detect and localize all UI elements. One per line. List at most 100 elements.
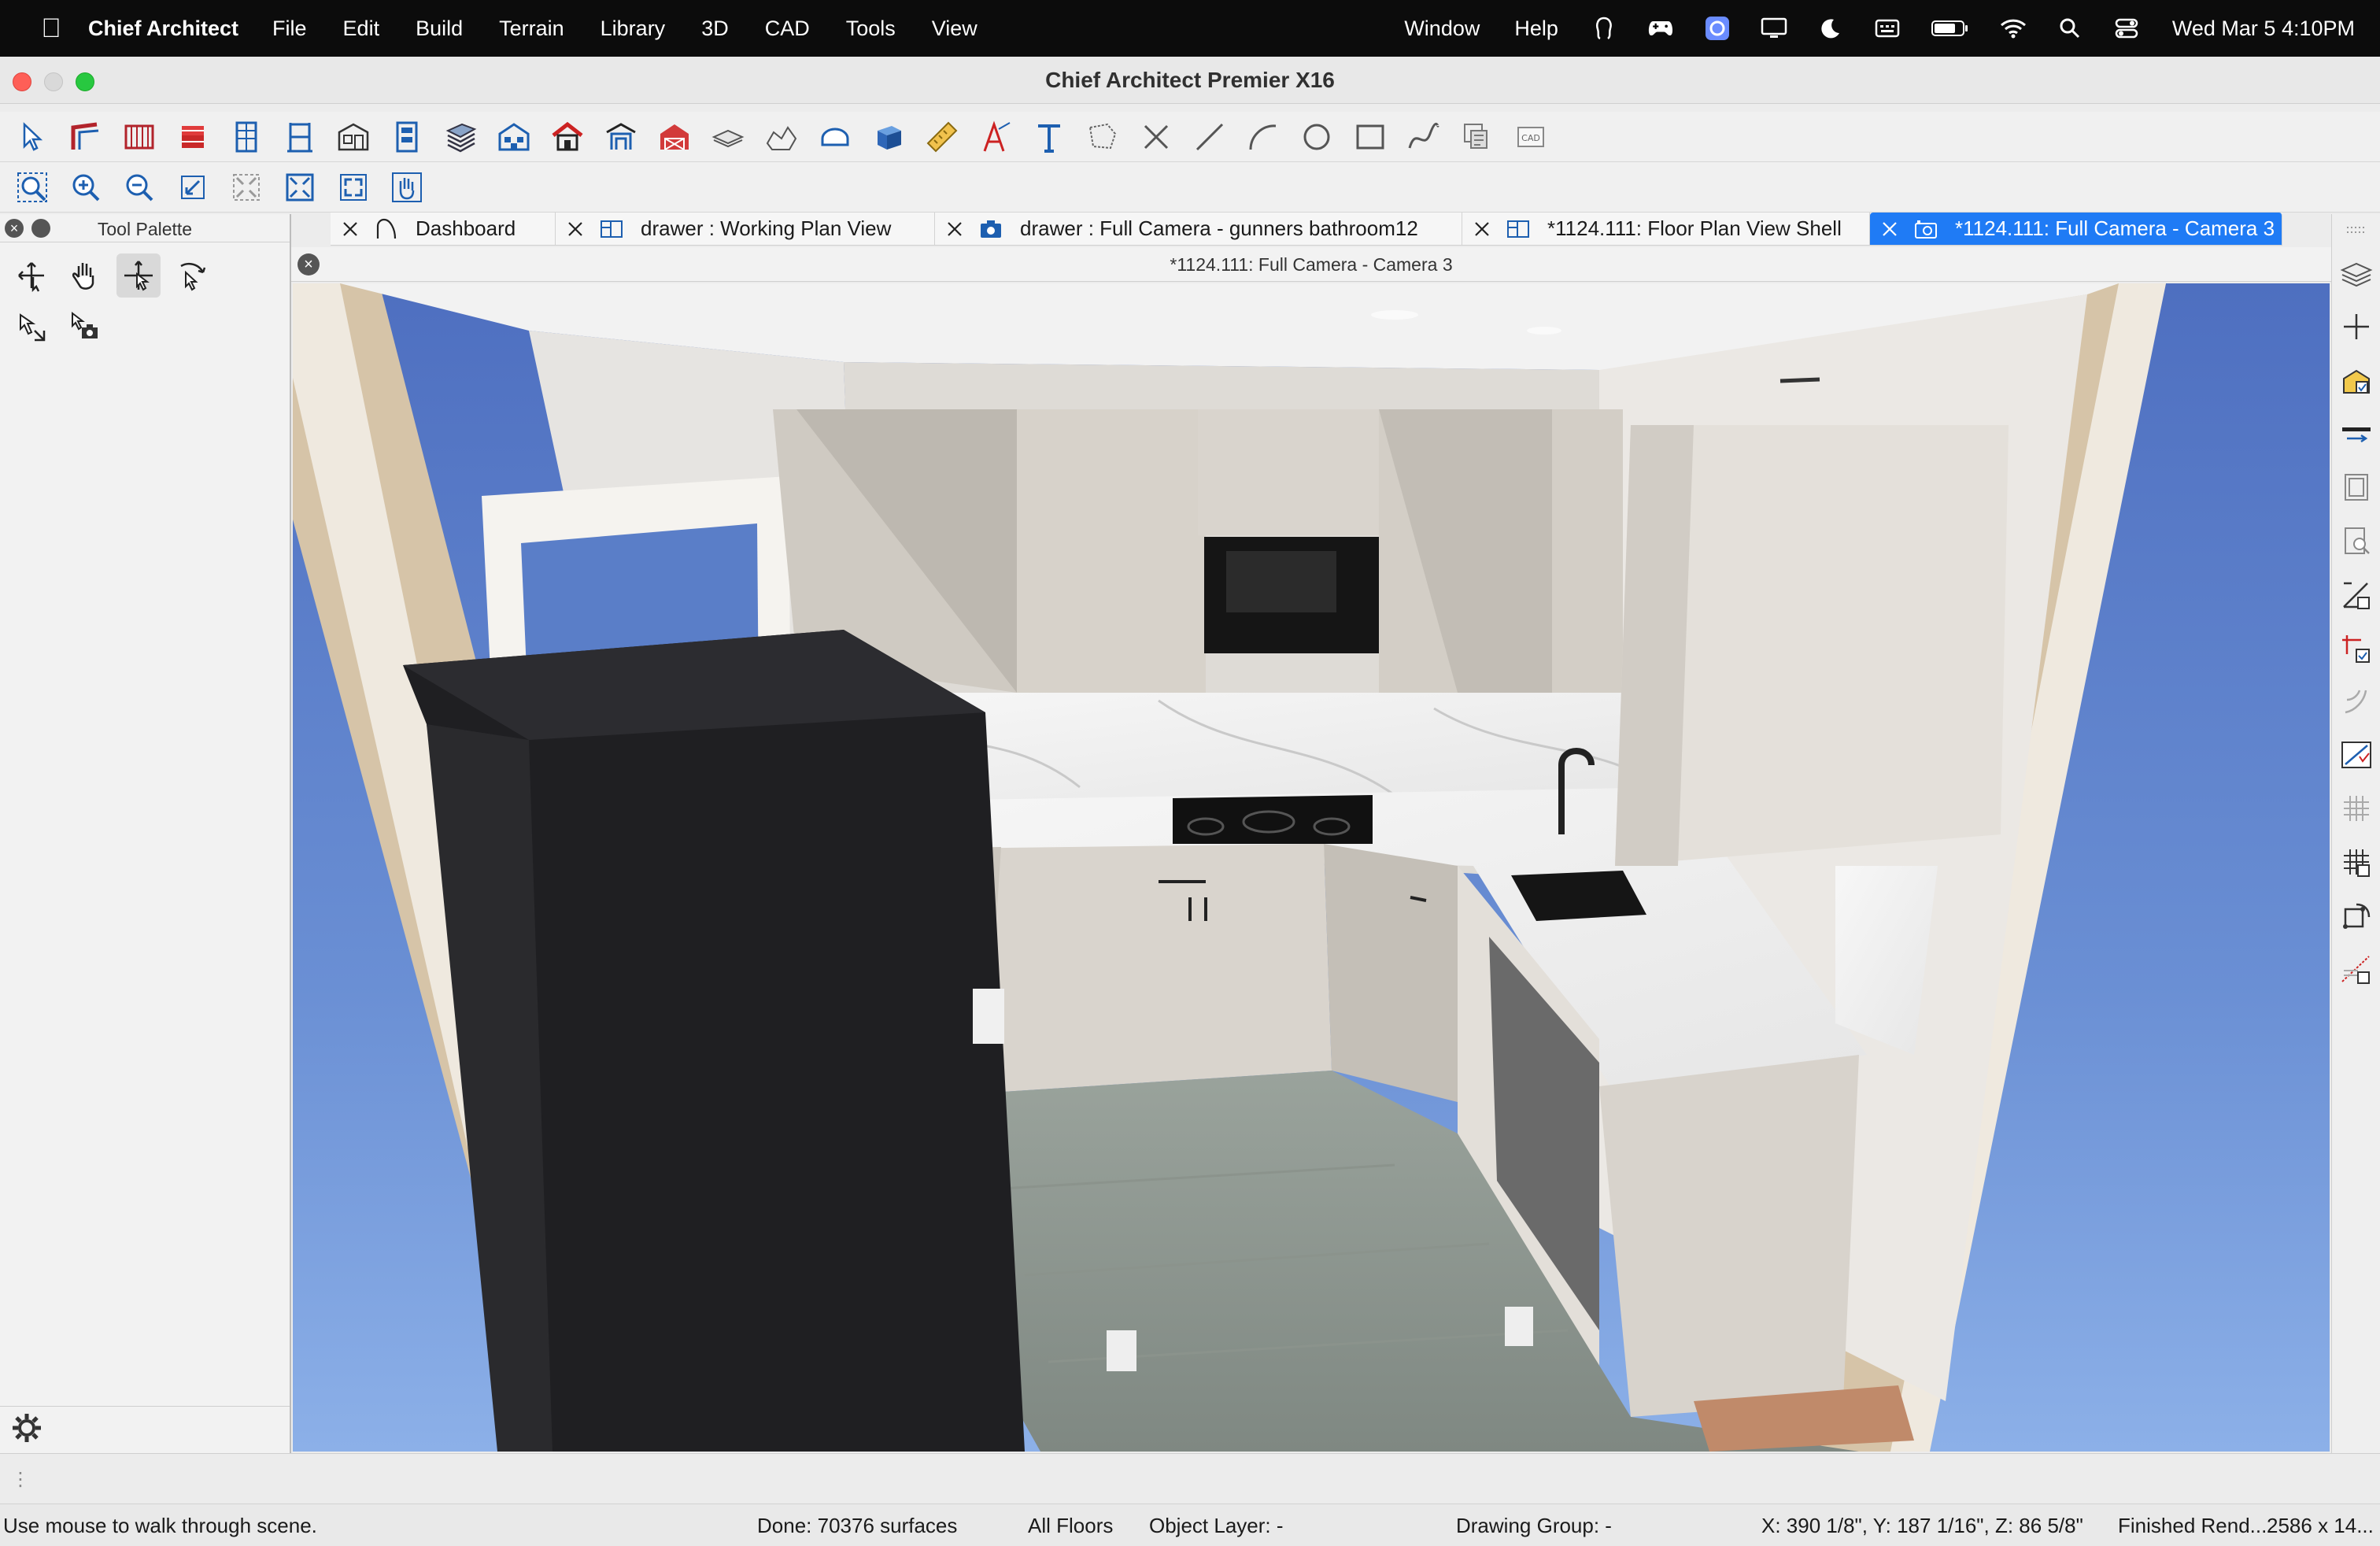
walkthrough-icon[interactable] xyxy=(9,253,54,298)
close-tab-icon[interactable] xyxy=(567,220,584,238)
door-icon[interactable] xyxy=(279,116,321,158)
grid-check-icon[interactable] xyxy=(2337,842,2376,882)
break-edit-icon[interactable] xyxy=(2337,735,2376,775)
terrain-icon[interactable] xyxy=(760,116,803,158)
menu-help[interactable]: Help xyxy=(1514,17,1558,41)
fullscreen-icon[interactable] xyxy=(332,166,375,209)
zoom-icon[interactable] xyxy=(11,166,54,209)
arc-icon[interactable] xyxy=(1242,116,1284,158)
app-badge-icon[interactable] xyxy=(1704,17,1731,40)
house-icon[interactable] xyxy=(546,116,589,158)
arrow-camera-icon[interactable] xyxy=(9,304,54,348)
tab-dashboard[interactable]: Dashboard xyxy=(331,213,556,245)
rectangle-icon[interactable] xyxy=(1349,116,1391,158)
tab-camera-bathroom[interactable]: drawer : Full Camera - gunners bathroom1… xyxy=(935,213,1462,245)
text-icon[interactable] xyxy=(1028,116,1070,158)
shelf-icon[interactable] xyxy=(386,116,428,158)
zoom-out-icon[interactable] xyxy=(118,166,161,209)
zoom-in-icon[interactable] xyxy=(65,166,107,209)
floor-layer-icon[interactable] xyxy=(707,116,749,158)
wall-tools-icon[interactable] xyxy=(65,116,107,158)
tilt-camera-icon[interactable] xyxy=(170,253,214,298)
crosshair-icon[interactable] xyxy=(2337,307,2376,346)
gear-icon[interactable] xyxy=(9,1411,44,1449)
menu-edit[interactable]: Edit xyxy=(343,17,380,41)
stairs-icon[interactable] xyxy=(172,116,214,158)
pan-hand-icon[interactable] xyxy=(386,166,428,209)
fridge-outlet xyxy=(973,989,1004,1044)
tab-floor-plan-shell[interactable]: *1124.111: Floor Plan View Shell xyxy=(1462,213,1870,245)
close-view-button[interactable]: × xyxy=(298,253,320,276)
layer-stack-icon[interactable] xyxy=(2337,253,2376,293)
cabinet-tools-icon[interactable] xyxy=(118,116,161,158)
menu-clock[interactable]: Wed Mar 5 4:10PM xyxy=(2172,17,2355,41)
wall-section-icon[interactable] xyxy=(2337,414,2376,453)
undo-zoom-icon[interactable] xyxy=(172,166,214,209)
spline-icon[interactable] xyxy=(1402,116,1445,158)
fixture-icon[interactable] xyxy=(332,116,375,158)
door-panel-icon[interactable] xyxy=(2337,468,2376,507)
select-objects-icon[interactable] xyxy=(11,116,54,158)
view-title: *1124.111: Full Camera - Camera 3 xyxy=(1170,254,1453,275)
tab-camera-3[interactable]: *1124.111: Full Camera - Camera 3 xyxy=(1870,213,2282,245)
camera-3d-viewport[interactable] xyxy=(293,283,2330,1452)
handoff-icon[interactable] xyxy=(1591,17,1617,40)
display-icon[interactable] xyxy=(1761,17,1787,40)
menu-build[interactable]: Build xyxy=(416,17,463,41)
cross-icon[interactable] xyxy=(1135,116,1177,158)
menu-file[interactable]: File xyxy=(272,17,307,41)
polyline-icon[interactable] xyxy=(1081,116,1124,158)
terrain-edit-icon[interactable] xyxy=(2337,949,2376,989)
layer-set-icon[interactable] xyxy=(1456,116,1499,158)
menu-view[interactable]: View xyxy=(932,17,978,41)
entry-icon[interactable] xyxy=(600,116,642,158)
wifi-icon[interactable] xyxy=(2000,17,2027,40)
battery-icon[interactable] xyxy=(1931,17,1970,40)
control-center-icon[interactable] xyxy=(2113,17,2140,40)
fill-window-icon[interactable] xyxy=(225,166,268,209)
barn-icon[interactable] xyxy=(653,116,696,158)
search-icon[interactable] xyxy=(2057,17,2083,40)
edit-cross-icon[interactable] xyxy=(2337,628,2376,668)
cad-block-icon[interactable]: CAD xyxy=(1510,116,1552,158)
building-icon[interactable] xyxy=(493,116,535,158)
tab-label: Dashboard xyxy=(416,216,516,240)
close-tab-icon[interactable] xyxy=(1473,220,1491,238)
close-tab-icon[interactable] xyxy=(1881,220,1898,238)
fill-window-all-icon[interactable] xyxy=(279,166,321,209)
apple-icon[interactable]:  xyxy=(31,13,71,44)
window-search-icon[interactable] xyxy=(2337,521,2376,560)
object-edit-icon[interactable] xyxy=(2337,361,2376,400)
arc-edit-icon[interactable] xyxy=(2337,682,2376,721)
camera-select-icon[interactable] xyxy=(63,304,107,348)
gamecontroller-icon[interactable] xyxy=(1647,17,1674,40)
arch-icon[interactable] xyxy=(814,116,856,158)
move-camera-icon[interactable] xyxy=(116,253,161,298)
dock-grip-icon[interactable]: ⋮ xyxy=(11,1468,30,1491)
rotate-object-icon[interactable] xyxy=(2337,896,2376,935)
menu-terrain[interactable]: Terrain xyxy=(499,17,564,41)
keyboard-icon[interactable] xyxy=(1874,17,1901,40)
ruler-icon[interactable] xyxy=(921,116,963,158)
app-menu[interactable]: Chief Architect xyxy=(88,17,238,41)
circle-icon[interactable] xyxy=(1295,116,1338,158)
close-tab-icon[interactable] xyxy=(946,220,963,238)
line-icon[interactable] xyxy=(1188,116,1231,158)
grip-icon[interactable] xyxy=(2337,217,2376,257)
window-icon[interactable] xyxy=(225,116,268,158)
menu-cad[interactable]: CAD xyxy=(765,17,810,41)
text-arrow-icon[interactable] xyxy=(974,116,1017,158)
edit-angle-icon[interactable] xyxy=(2337,575,2376,614)
tab-working-plan[interactable]: drawer : Working Plan View xyxy=(556,213,935,245)
moon-icon[interactable] xyxy=(1817,17,1844,40)
hand-icon[interactable] xyxy=(63,253,107,298)
menu-tools[interactable]: Tools xyxy=(846,17,896,41)
grid-icon[interactable] xyxy=(2337,789,2376,828)
box-3d-icon[interactable] xyxy=(867,116,910,158)
menu-3d[interactable]: 3D xyxy=(701,17,729,41)
close-tab-icon[interactable] xyxy=(342,220,359,238)
svg-text:CAD: CAD xyxy=(1521,133,1540,143)
menu-library[interactable]: Library xyxy=(601,17,666,41)
menu-window[interactable]: Window xyxy=(1404,17,1480,41)
roof-tools-icon[interactable] xyxy=(439,116,482,158)
